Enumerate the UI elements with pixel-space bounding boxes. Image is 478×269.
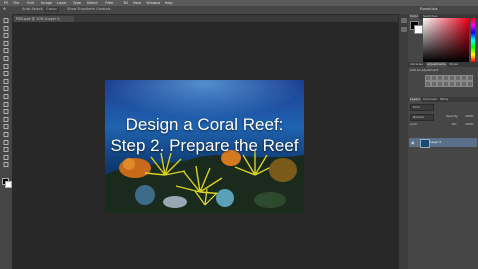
- blend-mode-value: Normal: [413, 115, 424, 119]
- tab-color[interactable]: Color: [409, 14, 419, 19]
- opacity-label: Opacity:: [446, 114, 459, 118]
- move-tool-icon[interactable]: [3, 18, 9, 23]
- workspace-switcher[interactable]: Essentials: [420, 7, 438, 12]
- path-select-tool-icon[interactable]: [3, 139, 9, 145]
- layer-thumbnail: [420, 139, 430, 148]
- fill-label: Fill:: [452, 122, 458, 126]
- blend-mode-select[interactable]: Normal: [410, 114, 434, 121]
- clone-stamp-tool-icon[interactable]: [3, 78, 9, 84]
- brush-tool-icon[interactable]: [3, 71, 9, 77]
- auto-select-dropdown[interactable]: Group: [44, 7, 59, 12]
- background-color-swatch[interactable]: [414, 25, 423, 34]
- crop-tool-icon[interactable]: [3, 48, 9, 54]
- transform-controls-checkbox[interactable]: Show Transform Controls: [67, 7, 111, 12]
- document-tab-bar: PSD.psd @ 10% (Layer 0, RGB/8*): [12, 15, 398, 27]
- toolbar-background-swatch[interactable]: [5, 181, 12, 188]
- tab-layers[interactable]: Layers: [409, 97, 421, 102]
- hue-slider[interactable]: [471, 18, 475, 62]
- marquee-tool-icon[interactable]: [3, 25, 9, 31]
- selective-color-adjustment-icon[interactable]: [467, 81, 473, 87]
- type-tool-icon[interactable]: [3, 132, 9, 137]
- tab-adjustments[interactable]: Adjustments: [426, 62, 447, 67]
- healing-brush-tool-icon[interactable]: [3, 63, 9, 69]
- quick-select-tool-icon[interactable]: [3, 40, 9, 46]
- zoom-tool-icon[interactable]: [3, 162, 9, 168]
- add-adjustment-label: Add an adjustment: [410, 68, 439, 72]
- rectangle-tool-icon[interactable]: [3, 147, 9, 153]
- layer-filter-kind[interactable]: Kind: [410, 104, 434, 111]
- hand-tool-icon[interactable]: [3, 154, 9, 160]
- overlay-title: Design a Coral Reef: Step 2. Prepare the…: [105, 114, 304, 156]
- visibility-eye-icon[interactable]: ◉: [411, 140, 415, 145]
- opacity-value[interactable]: 100%: [465, 114, 474, 118]
- lasso-tool-icon[interactable]: [3, 33, 9, 39]
- tab-styles[interactable]: Styles: [448, 62, 459, 67]
- layers-panel-tabs: Layers Channels Paths: [408, 97, 478, 102]
- overlay-title-line1: Design a Coral Reef:: [125, 115, 284, 134]
- pen-tool-icon[interactable]: [3, 124, 9, 130]
- auto-select-label: Auto-Select:: [22, 7, 44, 11]
- tab-paths[interactable]: Paths: [439, 97, 449, 102]
- overlay-title-line2: Step 2. Prepare the Reef: [110, 136, 299, 155]
- tab-channels[interactable]: Channels: [422, 97, 438, 102]
- layer-row[interactable]: ◉ Layer 0: [409, 138, 477, 148]
- layer-name[interactable]: Layer 0: [430, 140, 441, 144]
- tab-libraries[interactable]: Libraries: [409, 62, 424, 67]
- dodge-tool-icon[interactable]: [3, 116, 9, 122]
- color-picker-field[interactable]: [423, 18, 469, 62]
- gradient-tool-icon[interactable]: [3, 101, 9, 107]
- kind-label: Kind: [413, 105, 420, 109]
- blur-tool-icon[interactable]: [3, 109, 9, 115]
- eraser-tool-icon[interactable]: [3, 94, 9, 99]
- right-panels: Color Swatches Libraries Adjustments Sty…: [408, 14, 478, 269]
- lock-label: Lock:: [410, 122, 418, 126]
- move-tool-icon[interactable]: ✥: [3, 7, 6, 12]
- properties-icon[interactable]: [401, 27, 407, 32]
- adjustments-panel-tabs: Libraries Adjustments Styles: [408, 62, 478, 67]
- fill-value[interactable]: 100%: [465, 122, 474, 126]
- eyedropper-tool-icon[interactable]: [3, 56, 9, 61]
- history-brush-tool-icon[interactable]: [3, 86, 9, 92]
- history-icon[interactable]: [401, 18, 407, 23]
